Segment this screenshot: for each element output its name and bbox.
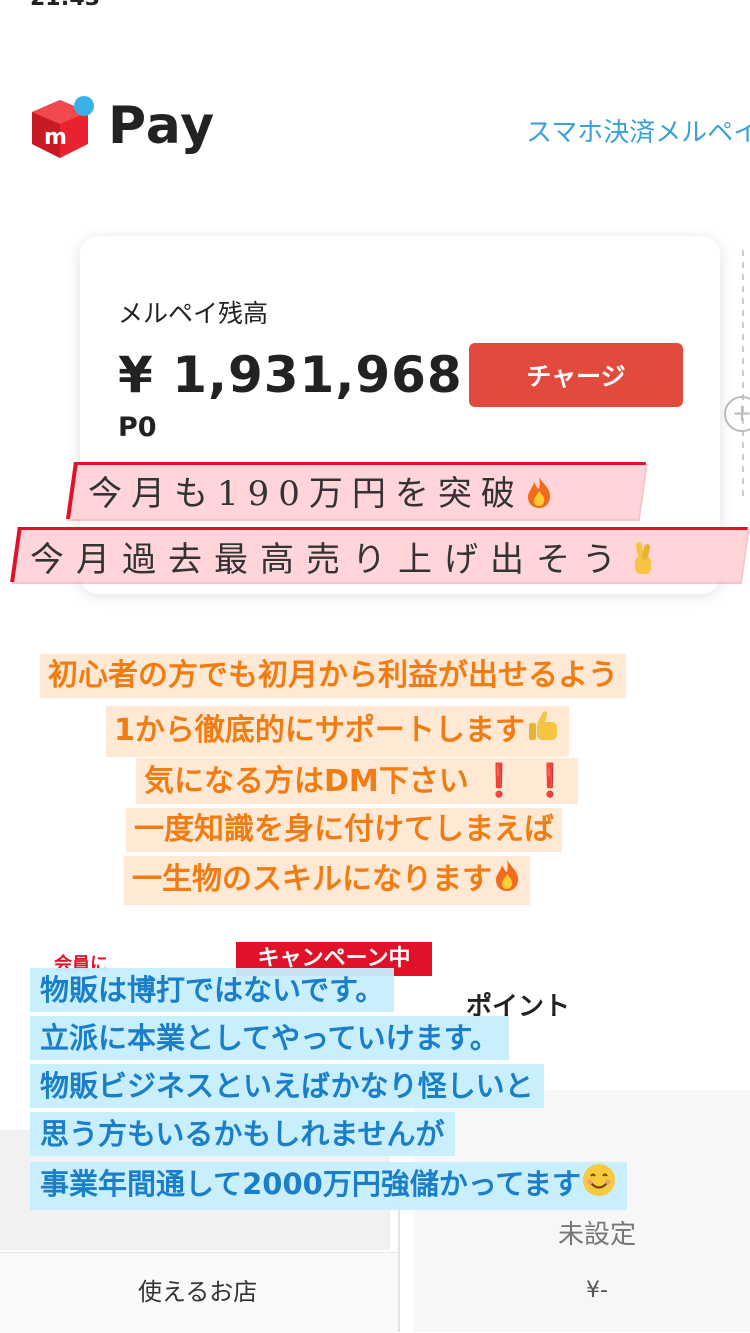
header-link[interactable]: スマホ決済メルペイ (526, 112, 750, 149)
orange-caption-line-3-text: 気になる方はDM下さい (144, 764, 469, 799)
fingers-crossed-icon (628, 540, 658, 585)
banner-2-text: 今月過去最高売り上げ出そう (30, 540, 628, 580)
carousel-divider (742, 250, 744, 500)
orange-caption-line-5-text: 一生物のスキルになります (132, 862, 492, 897)
merpay-logo-icon: m (26, 92, 96, 162)
smile-icon (581, 1162, 617, 1210)
right-tile[interactable] (414, 1090, 750, 1332)
unset-label: 未設定 (558, 1220, 637, 1250)
yen-value: ¥- (586, 1278, 608, 1303)
fire-icon (524, 475, 554, 518)
shops-label[interactable]: 使えるお店 (138, 1272, 257, 1307)
blue-caption-line-3: 物販ビジネスといえばかなり怪しいと (30, 1064, 544, 1108)
fire-icon (492, 858, 522, 903)
blue-caption-line-5-text: 事業年間通して2000万円強儲かってます (40, 1167, 581, 1201)
balance-label: メルペイ残高 (118, 299, 269, 328)
status-time: 21:43 (30, 0, 100, 11)
svg-text:m: m (44, 125, 67, 150)
exclamation-icon: ❗ ❗ (479, 761, 571, 799)
balance-amount: ¥ 1,931,968 (118, 346, 463, 404)
thumbs-up-icon (525, 708, 561, 755)
orange-caption-line-5: 一生物のスキルになります (124, 856, 530, 905)
banner-1-text: 今月も190万円を突破 (88, 474, 524, 514)
orange-caption-line-2-text: 1から徹底的にサポートします (114, 713, 525, 748)
blue-caption-line-2: 立派に本業としてやっていけます。 (30, 1016, 509, 1060)
orange-caption-line-2: 1から徹底的にサポートします (106, 706, 569, 757)
blue-caption-line-4: 思う方もいるかもしれませんが (30, 1112, 455, 1156)
app-logo-text: Pay (108, 96, 216, 156)
points-value: P0 (118, 412, 157, 443)
orange-caption-line-4: 一度知識を身に付けてしまえば (126, 808, 562, 852)
blue-caption-line-5: 事業年間通して2000万円強儲かってます (30, 1162, 627, 1210)
plus-icon[interactable]: + (724, 396, 750, 432)
orange-caption-line-3: 気になる方はDM下さい ❗ ❗ (136, 758, 579, 804)
banner-1: 今月も190万円を突破 (88, 466, 554, 518)
blue-caption-line-1: 物販は博打ではないです。 (30, 968, 395, 1012)
banner-2: 今月過去最高売り上げ出そう (30, 532, 658, 585)
charge-button[interactable]: チャージ (469, 343, 683, 407)
orange-caption-line-1: 初心者の方でも初月から利益が出せるよう (40, 654, 626, 698)
